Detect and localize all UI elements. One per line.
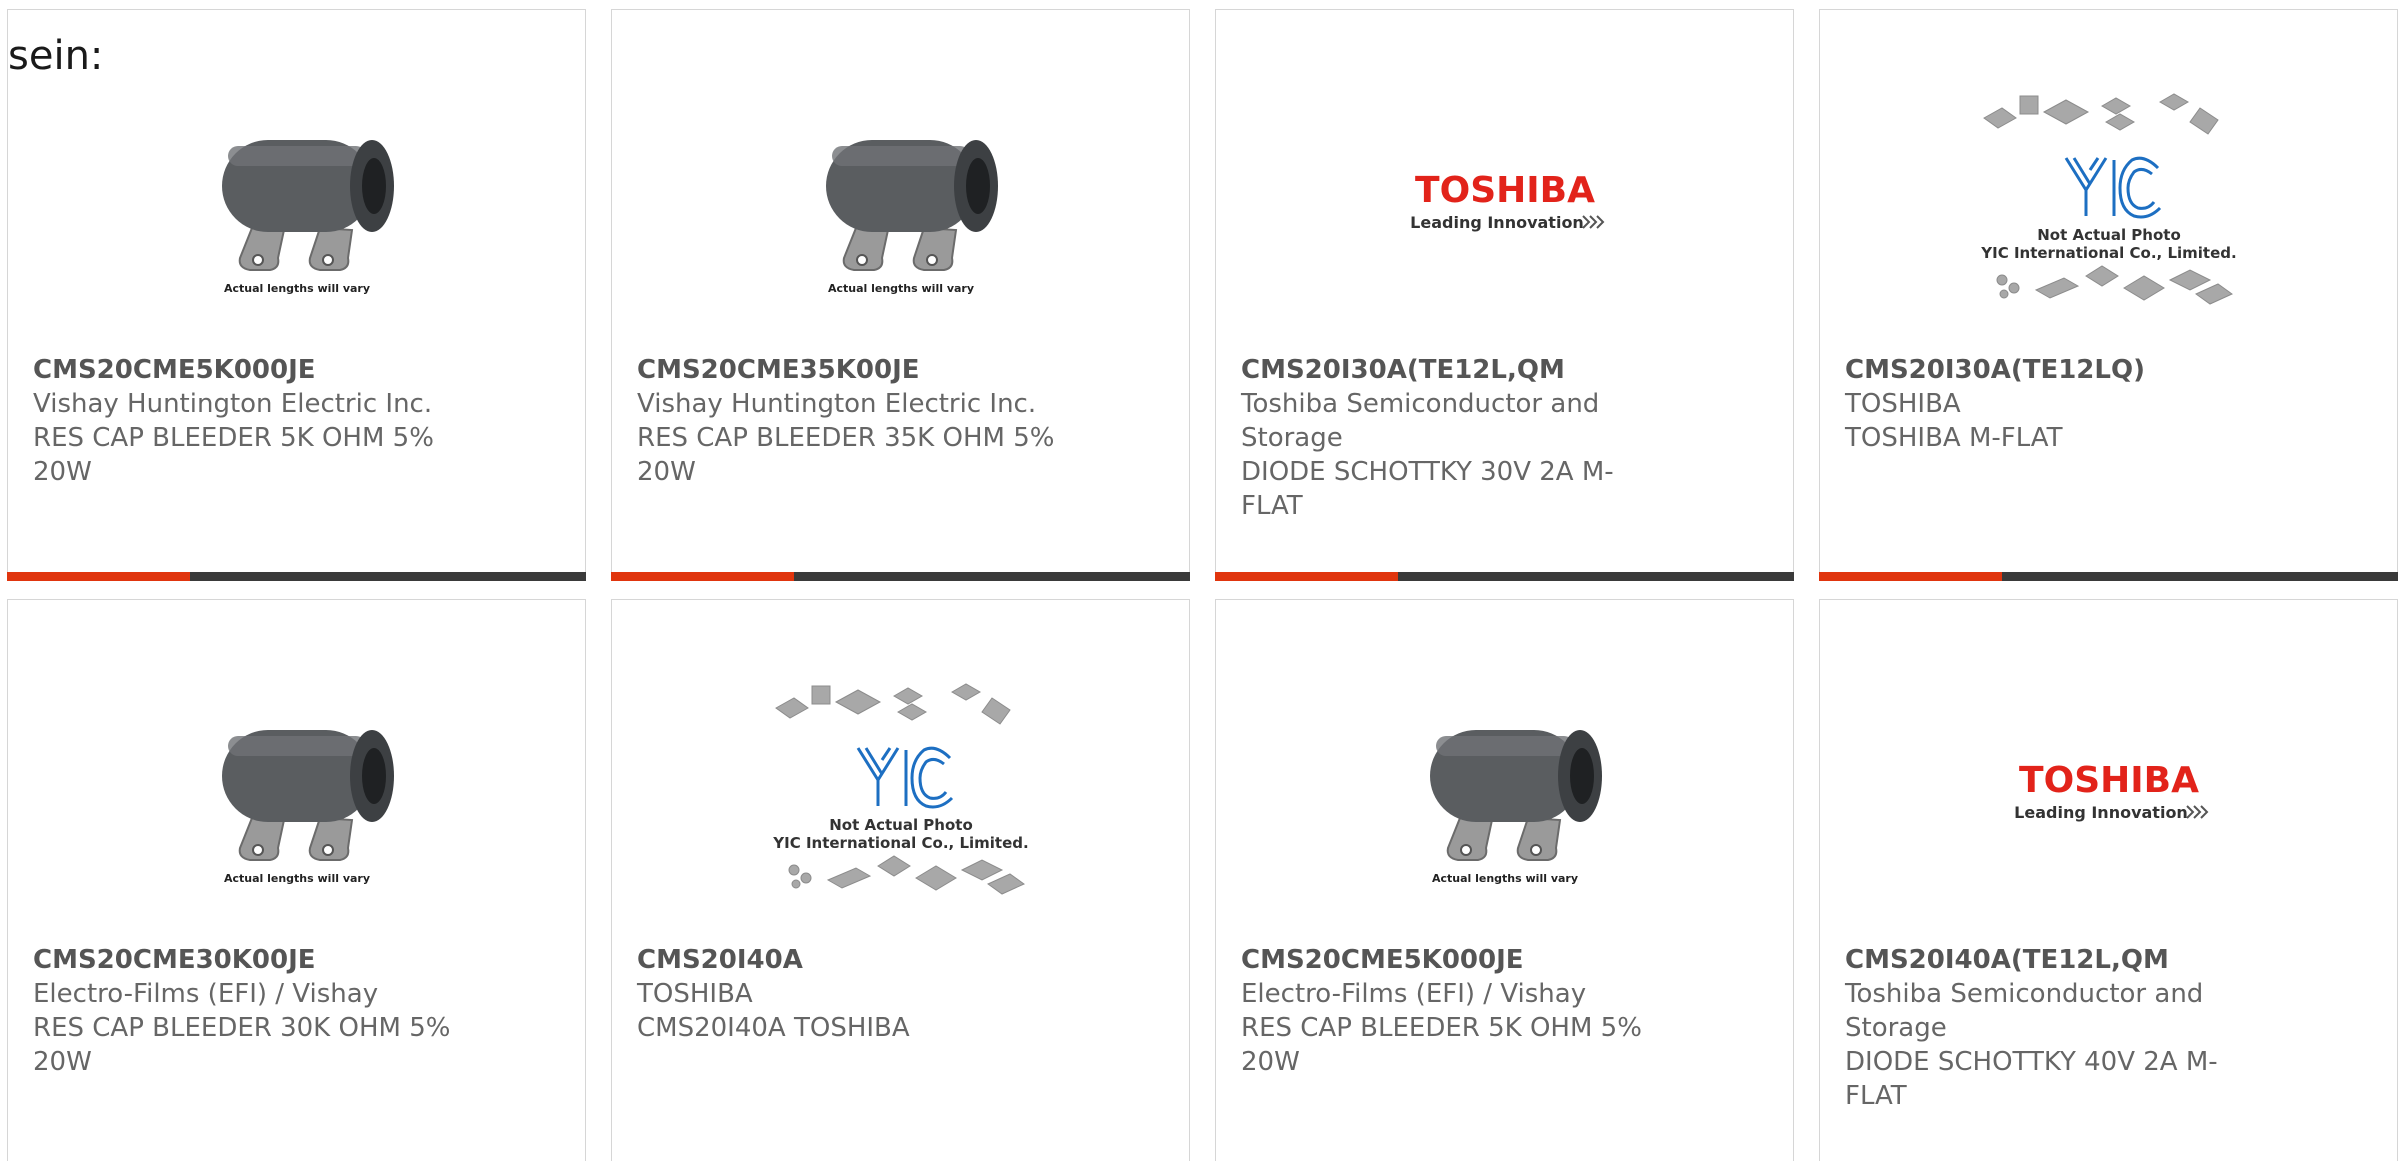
card-accent-bar (1819, 572, 2002, 581)
card-accent-bar (7, 572, 190, 581)
product-info: CMS20CME35K00JE Vishay Huntington Electr… (637, 353, 1057, 489)
product-info: CMS20I30A(TE12LQ) TOSHIBA TOSHIBA M-FLAT (1845, 353, 2265, 455)
resistor-image: Actual lengths will vary (191, 690, 402, 890)
toshiba-slogan-text: Leading Innovation (1410, 213, 1584, 232)
manufacturer: TOSHIBA (637, 979, 753, 1009)
description: CMS20I40A TOSHIBA (637, 1013, 910, 1043)
description: RES CAP BLEEDER 30K OHM 5% 20W (33, 1013, 451, 1077)
product-image[interactable]: Not Actual Photo YIC International Co., … (766, 670, 1036, 910)
toshiba-brand-text: TOSHIBA (1415, 170, 1595, 211)
yic-placeholder-image: Not Actual Photo YIC International Co., … (1980, 93, 2236, 305)
yic-line2: YIC International Co., Limited. (772, 834, 1028, 852)
product-image[interactable]: Actual lengths will vary (1370, 670, 1640, 910)
image-caption: Actual lengths will vary (1431, 872, 1577, 885)
product-card[interactable]: Actual lengths will vary CMS20CME5K000JE… (1215, 599, 1794, 1161)
product-info: CMS20CME5K000JE Vishay Huntington Electr… (33, 353, 453, 489)
part-number[interactable]: CMS20CME30K00JE (33, 943, 453, 977)
card-bottom-bar (1819, 572, 2398, 581)
description: RES CAP BLEEDER 5K OHM 5% 20W (1241, 1013, 1642, 1077)
image-caption: Actual lengths will vary (223, 872, 369, 885)
product-card[interactable]: Actual lengths will vary CMS20CME35K00JE… (611, 9, 1190, 581)
part-number[interactable]: CMS20CME35K00JE (637, 353, 1057, 387)
toshiba-brand-text: TOSHIBA (2019, 760, 2199, 801)
product-card[interactable]: Not Actual Photo YIC International Co., … (611, 599, 1190, 1161)
toshiba-slogan-text: Leading Innovation (2014, 803, 2188, 822)
product-image[interactable]: Actual lengths will vary (162, 670, 432, 910)
manufacturer: TOSHIBA (1845, 389, 1961, 419)
toshiba-logo-image: TOSHIBA Leading Innovation (2014, 760, 2208, 822)
intro-text: sein: (8, 33, 104, 79)
manufacturer: Toshiba Semiconductor and Storage (1845, 979, 2204, 1043)
manufacturer: Toshiba Semiconductor and Storage (1241, 389, 1600, 453)
product-info: CMS20I40A(TE12L,QM Toshiba Semiconductor… (1845, 943, 2265, 1113)
product-grid-page: sein: Actual lengths will vary CMS20CME5… (0, 0, 2400, 1161)
description: DIODE SCHOTTKY 40V 2A M-FLAT (1845, 1047, 2218, 1111)
part-number[interactable]: CMS20I30A(TE12LQ) (1845, 353, 2265, 387)
description: DIODE SCHOTTKY 30V 2A M-FLAT (1241, 457, 1614, 521)
yic-line1: Not Actual Photo (2037, 226, 2181, 244)
part-number[interactable]: CMS20I30A(TE12L,QM (1241, 353, 1661, 387)
resistor-image: Actual lengths will vary (191, 100, 402, 300)
yic-line1: Not Actual Photo (829, 816, 973, 834)
product-image[interactable]: Actual lengths will vary (162, 80, 432, 320)
product-info: CMS20CME30K00JE Electro-Films (EFI) / Vi… (33, 943, 453, 1079)
yic-placeholder-image: Not Actual Photo YIC International Co., … (772, 683, 1028, 895)
product-image[interactable]: TOSHIBA Leading Innovation (1370, 80, 1640, 320)
product-info: CMS20I30A(TE12L,QM Toshiba Semiconductor… (1241, 353, 1661, 523)
part-number[interactable]: CMS20I40A (637, 943, 1057, 977)
resistor-image: Actual lengths will vary (1399, 690, 1610, 890)
product-card[interactable]: Actual lengths will vary CMS20CME30K00JE… (7, 599, 586, 1161)
description: RES CAP BLEEDER 35K OHM 5% 20W (637, 423, 1055, 487)
part-number[interactable]: CMS20CME5K000JE (1241, 943, 1661, 977)
manufacturer: Vishay Huntington Electric Inc. (33, 389, 433, 419)
product-card[interactable]: Actual lengths will vary CMS20CME5K000JE… (7, 9, 586, 581)
product-card[interactable]: Not Actual Photo YIC International Co., … (1819, 9, 2398, 581)
card-accent-bar (1215, 572, 1398, 581)
image-caption: Actual lengths will vary (223, 282, 369, 295)
product-image[interactable]: TOSHIBA Leading Innovation (1974, 670, 2244, 910)
card-bottom-bar (1215, 572, 1794, 581)
image-caption: Actual lengths will vary (827, 282, 973, 295)
manufacturer: Electro-Films (EFI) / Vishay (33, 979, 379, 1009)
product-info: CMS20I40A TOSHIBA CMS20I40A TOSHIBA (637, 943, 1057, 1045)
part-number[interactable]: CMS20I40A(TE12L,QM (1845, 943, 2265, 977)
product-image[interactable]: Not Actual Photo YIC International Co., … (1974, 80, 2244, 320)
product-info: CMS20CME5K000JE Electro-Films (EFI) / Vi… (1241, 943, 1661, 1079)
resistor-image: Actual lengths will vary (795, 100, 1006, 300)
product-image[interactable]: Actual lengths will vary (766, 80, 1036, 320)
manufacturer: Vishay Huntington Electric Inc. (637, 389, 1037, 419)
part-number[interactable]: CMS20CME5K000JE (33, 353, 453, 387)
card-accent-bar (611, 572, 794, 581)
card-bottom-bar (7, 572, 586, 581)
description: RES CAP BLEEDER 5K OHM 5% 20W (33, 423, 434, 487)
yic-line2: YIC International Co., Limited. (1980, 244, 2236, 262)
toshiba-logo-image: TOSHIBA Leading Innovation (1410, 170, 1604, 232)
manufacturer: Electro-Films (EFI) / Vishay (1241, 979, 1587, 1009)
card-bottom-bar (611, 572, 1190, 581)
product-card[interactable]: TOSHIBA Leading Innovation CMS20I40A(TE1… (1819, 599, 2398, 1161)
product-card[interactable]: TOSHIBA Leading Innovation CMS20I30A(TE1… (1215, 9, 1794, 581)
description: TOSHIBA M-FLAT (1845, 423, 2063, 453)
